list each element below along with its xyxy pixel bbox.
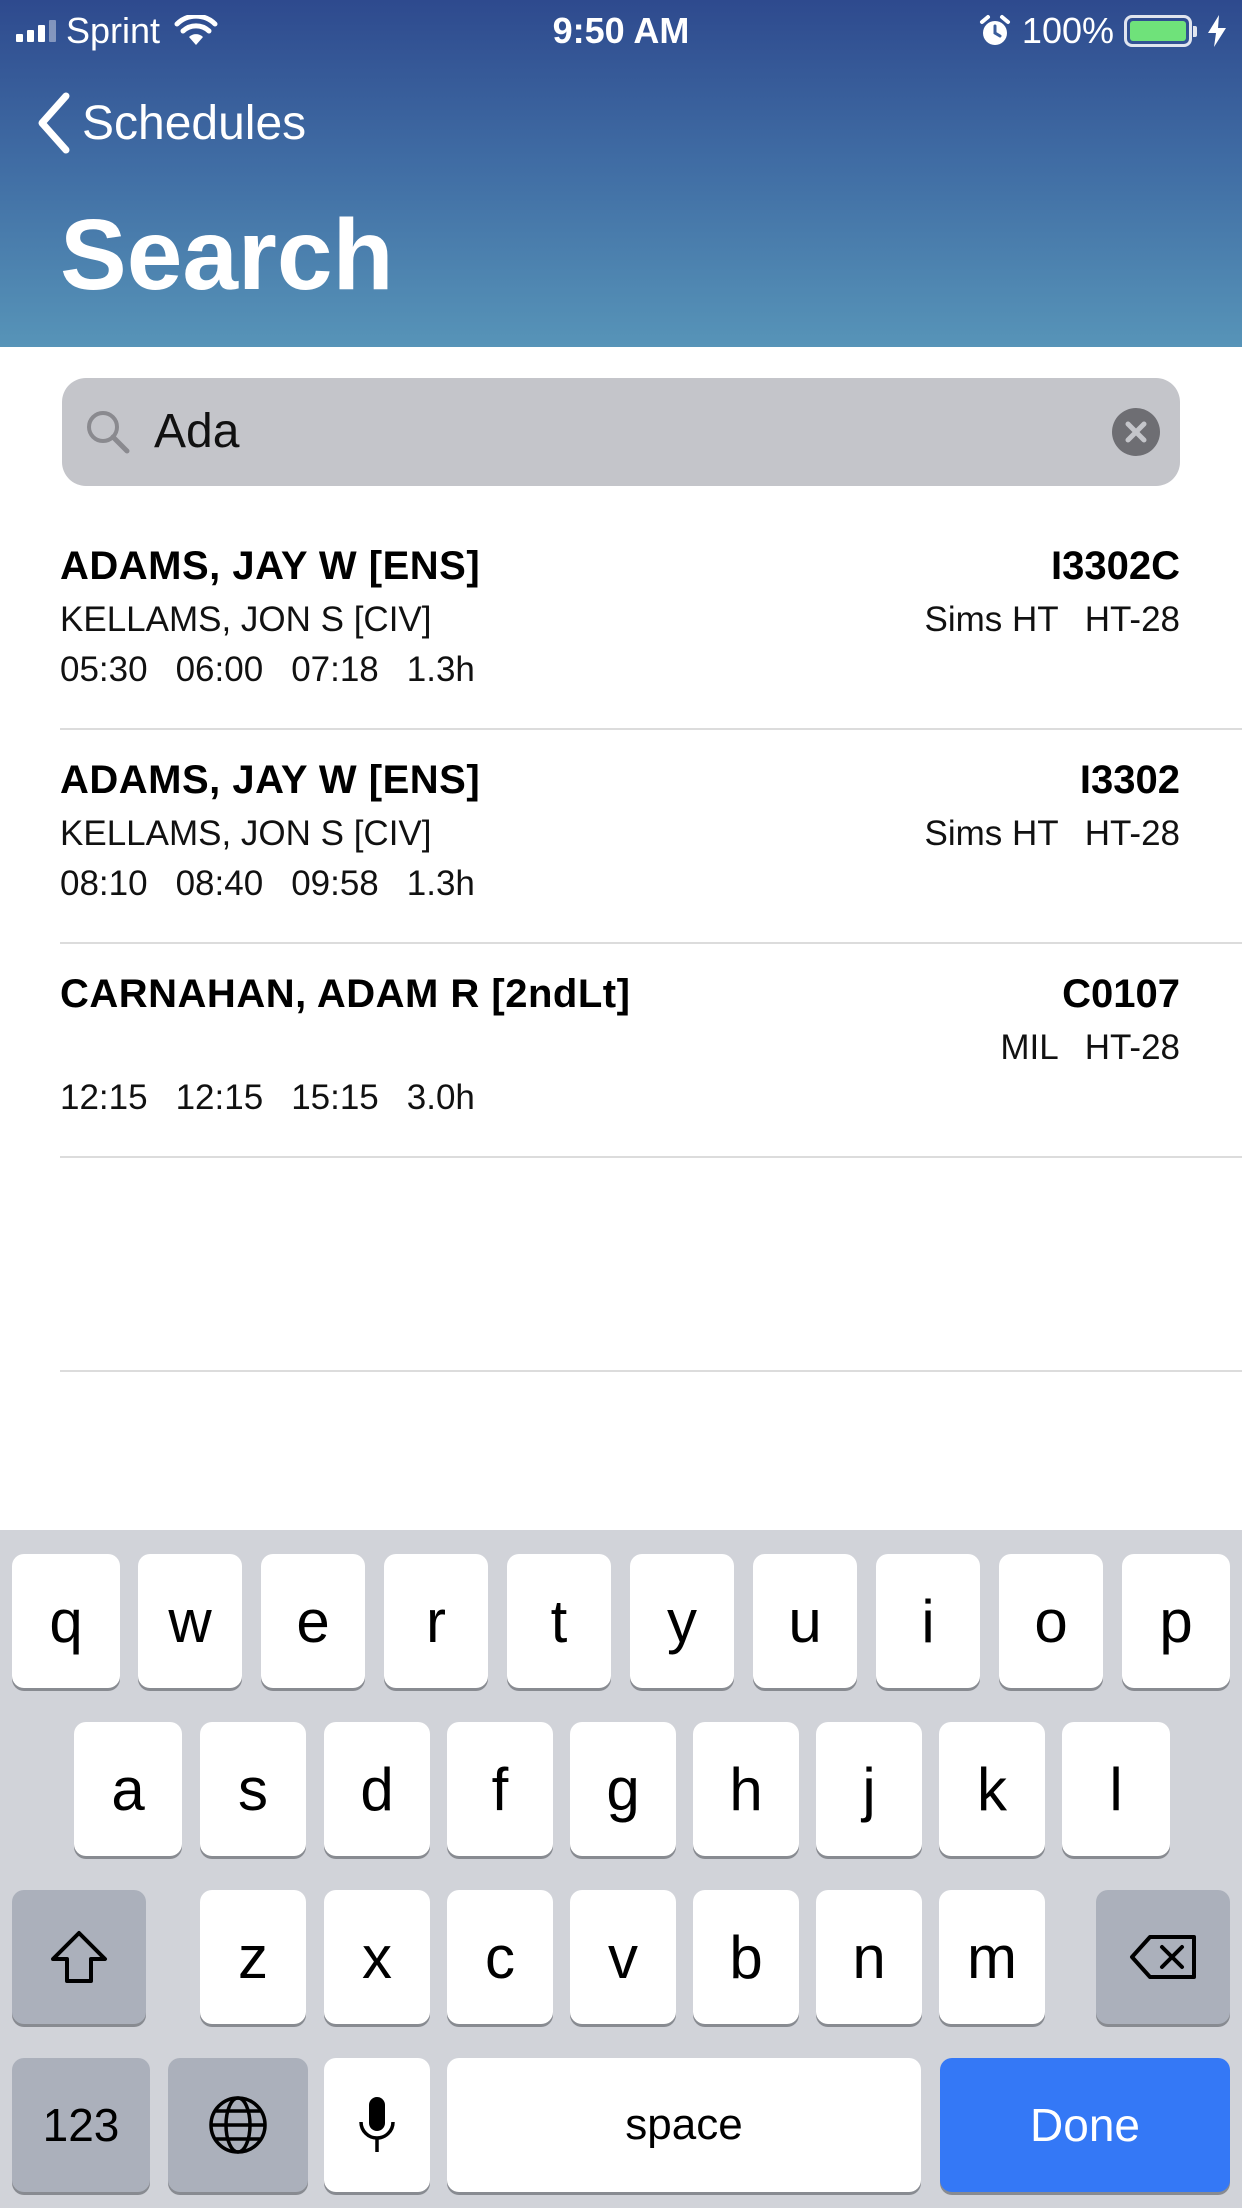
- key-p[interactable]: p: [1122, 1554, 1230, 1688]
- key-a[interactable]: a: [74, 1722, 182, 1856]
- back-label: Schedules: [82, 96, 307, 150]
- key-k[interactable]: k: [939, 1722, 1045, 1856]
- dictation-key[interactable]: [324, 2058, 430, 2192]
- result-name: CARNAHAN, ADAM R [2ndLt]: [60, 972, 631, 1016]
- key-x[interactable]: x: [324, 1890, 430, 2024]
- key-z[interactable]: z: [200, 1890, 306, 2024]
- result-location: Sims HT HT-28: [925, 814, 1180, 854]
- result-times: 08:10 08:40 09:58 1.3h: [60, 864, 475, 904]
- backspace-icon: [1130, 1935, 1196, 1979]
- key-o[interactable]: o: [999, 1554, 1103, 1688]
- key-j[interactable]: j: [816, 1722, 922, 1856]
- key-v[interactable]: v: [570, 1890, 676, 2024]
- back-button[interactable]: Schedules: [36, 92, 306, 154]
- key-f[interactable]: f: [447, 1722, 553, 1856]
- numbers-key[interactable]: 123: [12, 2058, 150, 2192]
- result-code: I3302: [1079, 758, 1180, 802]
- key-g[interactable]: g: [570, 1722, 676, 1856]
- shift-key[interactable]: [12, 1890, 146, 2024]
- chevron-left-icon: [38, 92, 70, 154]
- result-row[interactable]: CARNAHAN, ADAM R [2ndLt] 12:15 12:15 15:…: [60, 944, 1242, 1158]
- result-time: 12:15: [60, 1078, 148, 1117]
- alarm-icon: [979, 15, 1010, 45]
- key-u[interactable]: u: [753, 1554, 857, 1688]
- result-row[interactable]: ADAMS, JAY W [ENS] KELLAMS, JON S [CIV] …: [60, 730, 1242, 944]
- result-time: 09:58: [291, 864, 379, 903]
- result-times: 05:30 06:00 07:18 1.3h: [60, 650, 475, 690]
- result-duration: 3.0h: [406, 1078, 475, 1117]
- space-key[interactable]: space: [447, 2058, 921, 2192]
- key-h[interactable]: h: [693, 1722, 799, 1856]
- delete-key[interactable]: [1096, 1890, 1230, 2024]
- shift-icon: [51, 1931, 107, 1983]
- result-times: 12:15 12:15 15:15 3.0h: [60, 1078, 475, 1118]
- battery-icon: [1124, 15, 1197, 47]
- result-time: 08:10: [60, 864, 148, 903]
- status-bar: Sprint 9:50 AM 100%: [0, 0, 1242, 62]
- status-right: 100%: [978, 8, 1228, 54]
- result-site: MIL: [1000, 1028, 1059, 1067]
- result-location: Sims HT HT-28: [925, 600, 1180, 640]
- globe-icon: [209, 2096, 267, 2154]
- key-y[interactable]: y: [630, 1554, 734, 1688]
- key-c[interactable]: c: [447, 1890, 553, 2024]
- nav-header: Sprint 9:50 AM 100% Schedules Search: [0, 0, 1242, 347]
- result-code: C0107: [1062, 972, 1180, 1016]
- result-unit: HT-28: [1084, 600, 1180, 639]
- done-button[interactable]: Done: [940, 2058, 1230, 2192]
- result-duration: 1.3h: [406, 864, 475, 903]
- result-time: 05:30: [60, 650, 148, 689]
- search-value[interactable]: Ada: [154, 378, 239, 486]
- key-q[interactable]: q: [12, 1554, 120, 1688]
- search-input[interactable]: Ada: [62, 378, 1180, 486]
- result-unit: HT-28: [1084, 814, 1180, 853]
- key-b[interactable]: b: [693, 1890, 799, 2024]
- key-l[interactable]: l: [1062, 1722, 1170, 1856]
- result-site: Sims HT: [924, 600, 1059, 639]
- key-t[interactable]: t: [507, 1554, 611, 1688]
- result-unit: HT-28: [1084, 1028, 1180, 1067]
- charging-icon: [1208, 15, 1226, 47]
- key-d[interactable]: d: [324, 1722, 430, 1856]
- globe-key[interactable]: [168, 2058, 308, 2192]
- microphone-icon: [359, 2097, 395, 2152]
- key-e[interactable]: e: [261, 1554, 365, 1688]
- search-icon: [87, 411, 130, 454]
- result-time: 06:00: [175, 650, 264, 689]
- result-time: 15:15: [291, 1078, 379, 1117]
- key-s[interactable]: s: [200, 1722, 306, 1856]
- key-i[interactable]: i: [876, 1554, 980, 1688]
- result-sub: KELLAMS, JON S [CIV]: [60, 814, 432, 853]
- result-row[interactable]: ADAMS, JAY W [ENS] KELLAMS, JON S [CIV] …: [60, 516, 1242, 730]
- result-time: 08:40: [175, 864, 264, 903]
- result-name: ADAMS, JAY W [ENS]: [60, 544, 481, 588]
- page-title: Search: [60, 199, 394, 311]
- battery-percent: 100%: [1021, 10, 1114, 51]
- key-m[interactable]: m: [939, 1890, 1045, 2024]
- key-w[interactable]: w: [138, 1554, 242, 1688]
- keyboard: q w e r t y u i o p a s d f g h j k l z …: [0, 1530, 1242, 2208]
- result-duration: 1.3h: [406, 650, 475, 689]
- result-name: ADAMS, JAY W [ENS]: [60, 758, 481, 802]
- key-n[interactable]: n: [816, 1890, 922, 2024]
- result-code: I3302C: [1051, 544, 1180, 588]
- result-location: MIL HT-28: [1000, 1028, 1180, 1068]
- key-r[interactable]: r: [384, 1554, 488, 1688]
- clear-icon[interactable]: [1112, 408, 1160, 456]
- result-time: 07:18: [291, 650, 379, 689]
- empty-row-divider: [60, 1158, 1242, 1372]
- result-site: Sims HT: [924, 814, 1059, 853]
- result-time: 12:15: [175, 1078, 264, 1117]
- result-sub: KELLAMS, JON S [CIV]: [60, 600, 432, 639]
